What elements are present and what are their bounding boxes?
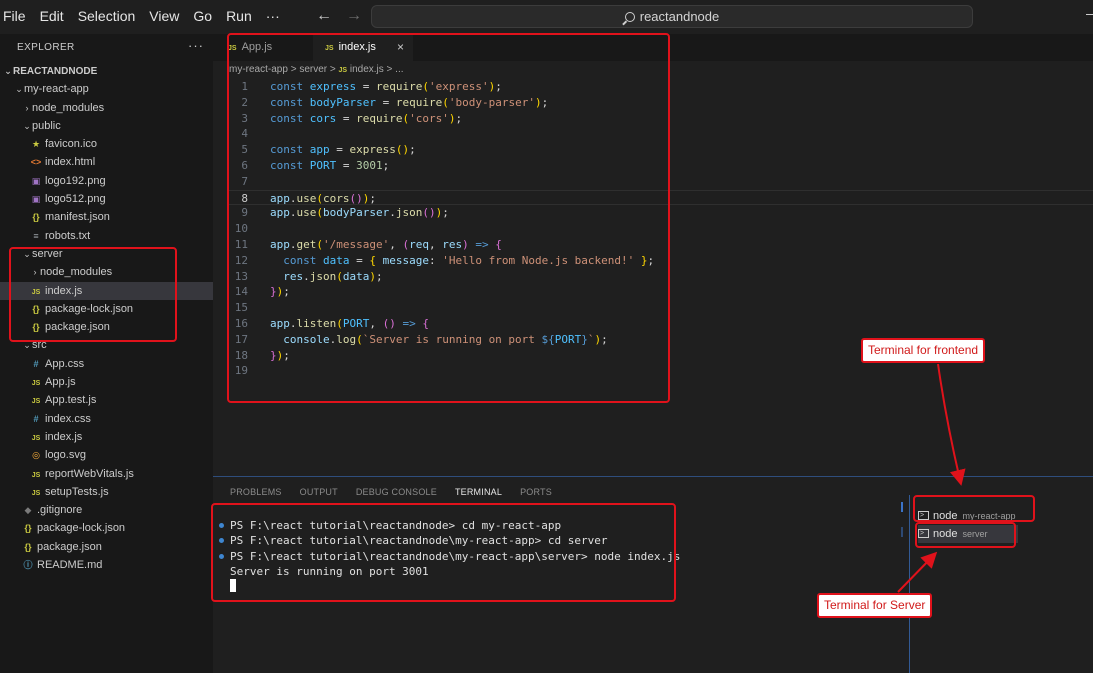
json-file-icon: {} <box>24 523 32 534</box>
menu-view[interactable]: View <box>149 8 187 24</box>
tree-item[interactable]: ≡ robots.txt <box>0 227 213 245</box>
nav-arrows: ← → <box>316 7 362 25</box>
tree-item[interactable]: {} package.json <box>0 538 213 556</box>
panel-tab-output[interactable]: OUTPUT <box>300 487 338 497</box>
json-file-icon: {} <box>32 212 40 223</box>
tree-item[interactable]: › node_modules <box>0 99 213 117</box>
tree-item[interactable]: # index.css <box>0 410 213 428</box>
tree-item-label: manifest.json <box>45 211 110 224</box>
command-center-search[interactable]: reactandnode <box>371 5 973 28</box>
tree-item[interactable]: ⌄REACTANDNODE <box>0 62 213 80</box>
chevron-down-icon: ⌄ <box>23 120 31 131</box>
git-file-icon: ◆ <box>24 505 32 516</box>
tree-item-label: App.js <box>45 376 76 389</box>
info-file-icon: ⓘ <box>23 560 33 571</box>
explorer-more-button[interactable]: ··· <box>188 38 204 53</box>
tree-item-label: logo512.png <box>45 193 106 206</box>
back-arrow-icon[interactable]: ← <box>316 7 332 24</box>
annotation-terminal-server: Terminal for Server <box>817 593 933 618</box>
panel-tab-terminal[interactable]: TERMINAL <box>455 487 502 497</box>
tree-item-label: reportWebVitals.js <box>45 467 134 480</box>
tree-item-label: App.test.js <box>45 394 97 407</box>
menu-run[interactable]: Run <box>226 8 260 24</box>
highlight-terminal-box <box>211 503 676 602</box>
arrow-to-frontend-terminal <box>937 363 966 486</box>
tree-item[interactable]: JS setupTests.js <box>0 483 213 501</box>
highlight-server-terminal-box <box>915 522 1016 548</box>
tree-item-label: package.json <box>37 540 102 553</box>
tree-item[interactable]: JS App.js <box>0 373 213 391</box>
forward-arrow-icon[interactable]: → <box>346 7 362 24</box>
explorer-sidebar: EXPLORER ··· ⌄REACTANDNODE ⌄my-react-app ›… <box>0 34 213 673</box>
title-bar: File Edit Selection View Go Run ··· ← → r… <box>0 0 1093 34</box>
html-file-icon: <> <box>30 157 42 168</box>
terminal-marker <box>901 527 903 537</box>
tree-item[interactable]: ⌄my-react-app <box>0 80 213 98</box>
tree-item-label: logo192.png <box>45 174 106 187</box>
menu-selection[interactable]: Selection <box>78 8 144 24</box>
search-text: reactandnode <box>639 9 720 24</box>
tree-item[interactable]: ⓘ README.md <box>0 556 213 574</box>
tree-item-label: README.md <box>37 559 103 572</box>
tree-item[interactable]: ◎ logo.svg <box>0 446 213 464</box>
json-file-icon: {} <box>24 541 32 552</box>
tree-item[interactable]: JS reportWebVitals.js <box>0 465 213 483</box>
tree-item-label: App.css <box>45 357 85 370</box>
tree-item[interactable]: {} package-lock.json <box>0 519 213 537</box>
image-file-icon: ▣ <box>31 175 41 186</box>
highlight-server-folder-box <box>9 247 177 342</box>
highlight-frontend-terminal-box <box>913 495 1035 522</box>
tree-item[interactable]: # App.css <box>0 355 213 373</box>
tree-item-label: index.js <box>45 430 83 443</box>
image-file-icon: ▣ <box>31 194 41 205</box>
panel-tab-ports[interactable]: PORTS <box>520 487 552 497</box>
tree-item-label: my-react-app <box>24 83 89 96</box>
menu-more[interactable]: ··· <box>266 8 288 24</box>
tree-item[interactable]: ★ favicon.ico <box>0 135 213 153</box>
menu-file[interactable]: File <box>3 8 34 24</box>
minimize-icon[interactable] <box>1086 14 1093 15</box>
chevron-right-icon: › <box>25 102 29 113</box>
panel-tab-problems[interactable]: PROBLEMS <box>230 487 282 497</box>
menu-edit[interactable]: Edit <box>40 8 72 24</box>
tree-item-label: index.html <box>45 156 96 169</box>
search-icon <box>624 12 635 22</box>
menu-go[interactable]: Go <box>193 8 220 24</box>
panel-tabs: PROBLEMS OUTPUT DEBUG CONSOLE TERMINAL PORTS <box>230 487 552 497</box>
tree-item-label: index.css <box>45 412 91 425</box>
text-file-icon: ≡ <box>33 230 39 241</box>
panel-divider <box>213 476 1093 477</box>
arrow-to-server-terminal <box>897 551 938 593</box>
annotation-terminal-frontend: Terminal for frontend <box>861 338 986 363</box>
tree-item[interactable]: JS App.test.js <box>0 391 213 409</box>
tree-item[interactable]: {} manifest.json <box>0 208 213 226</box>
tree-item[interactable]: <> index.html <box>0 153 213 171</box>
tree-item-label: favicon.ico <box>45 138 97 151</box>
tree-item-label: package-lock.json <box>37 522 126 535</box>
tree-item-label: public <box>32 119 61 132</box>
tree-item[interactable]: ◆ .gitignore <box>0 501 213 519</box>
terminal-active-marker <box>901 502 903 512</box>
tree-item[interactable]: ⌄public <box>0 117 213 135</box>
favicon-file-icon: ★ <box>31 139 41 150</box>
tree-item-label: logo.svg <box>45 449 86 462</box>
css-file-icon: # <box>33 358 39 369</box>
explorer-title: EXPLORER <box>17 42 75 53</box>
tree-item-label: robots.txt <box>45 229 91 242</box>
svg-file-icon: ◎ <box>32 450 40 461</box>
tree-item[interactable]: JS index.js <box>0 428 213 446</box>
tree-item[interactable]: ▣ logo512.png <box>0 190 213 208</box>
menu-bar: File Edit Selection View Go Run ··· <box>3 8 294 24</box>
terminal-split-divider[interactable] <box>909 495 910 673</box>
chevron-down-icon: ⌄ <box>4 66 12 76</box>
css-file-icon: # <box>33 413 39 424</box>
tree-item-label: REACTANDNODE <box>13 66 98 77</box>
tree-item-label: setupTests.js <box>45 485 109 498</box>
highlight-code-box <box>227 33 670 403</box>
tree-item[interactable]: ▣ logo192.png <box>0 172 213 190</box>
tree-item-label: .gitignore <box>37 504 83 517</box>
panel-tab-debug-console[interactable]: DEBUG CONSOLE <box>356 487 437 497</box>
tree-item-label: node_modules <box>32 101 105 114</box>
chevron-down-icon: ⌄ <box>15 84 23 95</box>
